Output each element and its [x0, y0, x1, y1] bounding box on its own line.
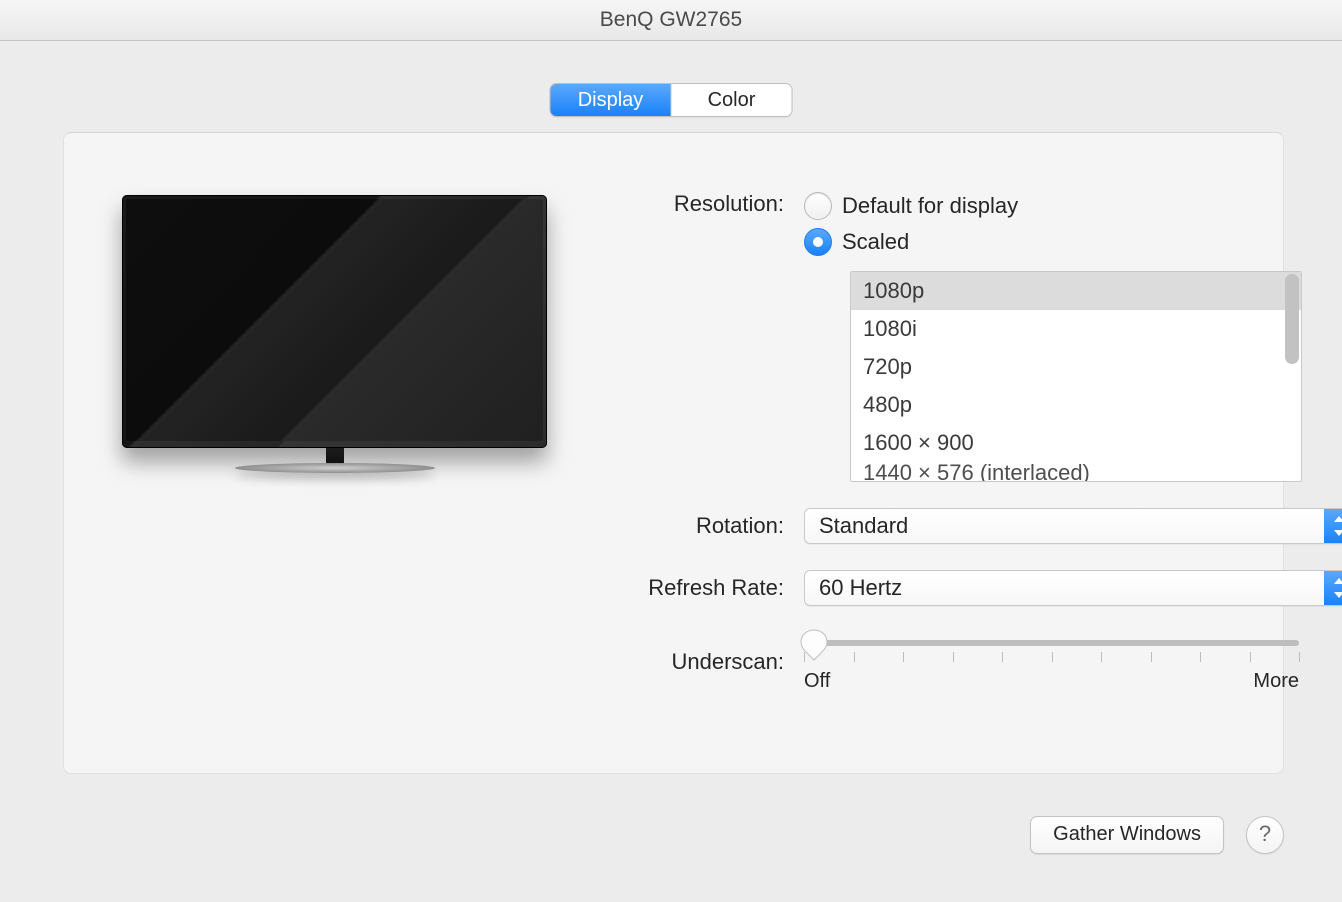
tab-bar: Display Color: [550, 83, 793, 117]
control-column: Resolution: Default for display Scaled 1…: [594, 191, 1253, 718]
resolution-field: Default for display Scaled 1080p 1080i 7…: [804, 191, 1302, 482]
underscan-label: Underscan:: [594, 649, 804, 675]
updown-arrows-icon: [1324, 509, 1342, 543]
titlebar: BenQ GW2765: [0, 0, 1342, 41]
gather-windows-button[interactable]: Gather Windows: [1030, 816, 1224, 854]
resolution-row: Resolution: Default for display Scaled 1…: [594, 191, 1253, 482]
window-title: BenQ GW2765: [0, 0, 1342, 40]
slider-ticks: [804, 652, 1299, 664]
refresh-label: Refresh Rate:: [594, 575, 804, 601]
resolution-item[interactable]: 720p: [851, 348, 1301, 386]
rotation-label: Rotation:: [594, 513, 804, 539]
slider-knob[interactable]: [800, 629, 828, 657]
monitor-icon: [122, 195, 547, 448]
resolution-scrollbar[interactable]: [1285, 274, 1299, 364]
underscan-slider[interactable]: Off More: [804, 632, 1299, 692]
display-prefs-window: BenQ GW2765 Display Color Resolution:: [0, 0, 1342, 902]
settings-panel: Resolution: Default for display Scaled 1…: [63, 132, 1284, 774]
resolution-item[interactable]: 1600 × 900: [851, 424, 1301, 462]
rotation-field: Standard: [804, 508, 1342, 544]
content-area: Display Color Resolution: Defau: [18, 40, 1324, 884]
radio-default-for-display-row[interactable]: Default for display: [804, 191, 1302, 221]
tab-display[interactable]: Display: [551, 84, 672, 116]
resolution-list[interactable]: 1080p 1080i 720p 480p 1600 × 900 1440 × …: [850, 271, 1302, 482]
updown-arrows-icon: [1324, 571, 1342, 605]
monitor-screen: [126, 199, 543, 441]
radio-scaled-row[interactable]: Scaled: [804, 227, 1302, 257]
refresh-select[interactable]: 60 Hertz: [804, 570, 1342, 606]
resolution-item[interactable]: 1080p: [851, 272, 1301, 310]
rotation-select[interactable]: Standard: [804, 508, 1342, 544]
slider-min-label: Off: [804, 670, 830, 693]
monitor-stand-base: [235, 463, 435, 473]
resolution-item[interactable]: 480p: [851, 386, 1301, 424]
tab-color[interactable]: Color: [672, 84, 792, 116]
help-button[interactable]: ?: [1246, 816, 1284, 854]
rotation-row: Rotation: Standard: [594, 508, 1253, 544]
slider-track: [804, 640, 1299, 646]
resolution-item[interactable]: 1080i: [851, 310, 1301, 348]
refresh-row: Refresh Rate: 60 Hertz: [594, 570, 1253, 606]
radio-default-label: Default for display: [842, 193, 1018, 219]
radio-scaled[interactable]: [804, 228, 832, 256]
underscan-field: Off More: [804, 632, 1299, 692]
radio-default-for-display[interactable]: [804, 192, 832, 220]
slider-max-label: More: [1253, 670, 1299, 693]
refresh-select-value: 60 Hertz: [819, 575, 902, 600]
refresh-field: 60 Hertz: [804, 570, 1342, 606]
footer-buttons: Gather Windows ?: [1030, 816, 1284, 854]
resolution-label: Resolution:: [594, 191, 804, 217]
radio-scaled-label: Scaled: [842, 229, 909, 255]
rotation-select-value: Standard: [819, 513, 908, 538]
display-preview: [122, 195, 547, 475]
resolution-item[interactable]: 1440 × 576 (interlaced): [851, 462, 1301, 482]
underscan-row: Underscan: Off M: [594, 632, 1253, 692]
